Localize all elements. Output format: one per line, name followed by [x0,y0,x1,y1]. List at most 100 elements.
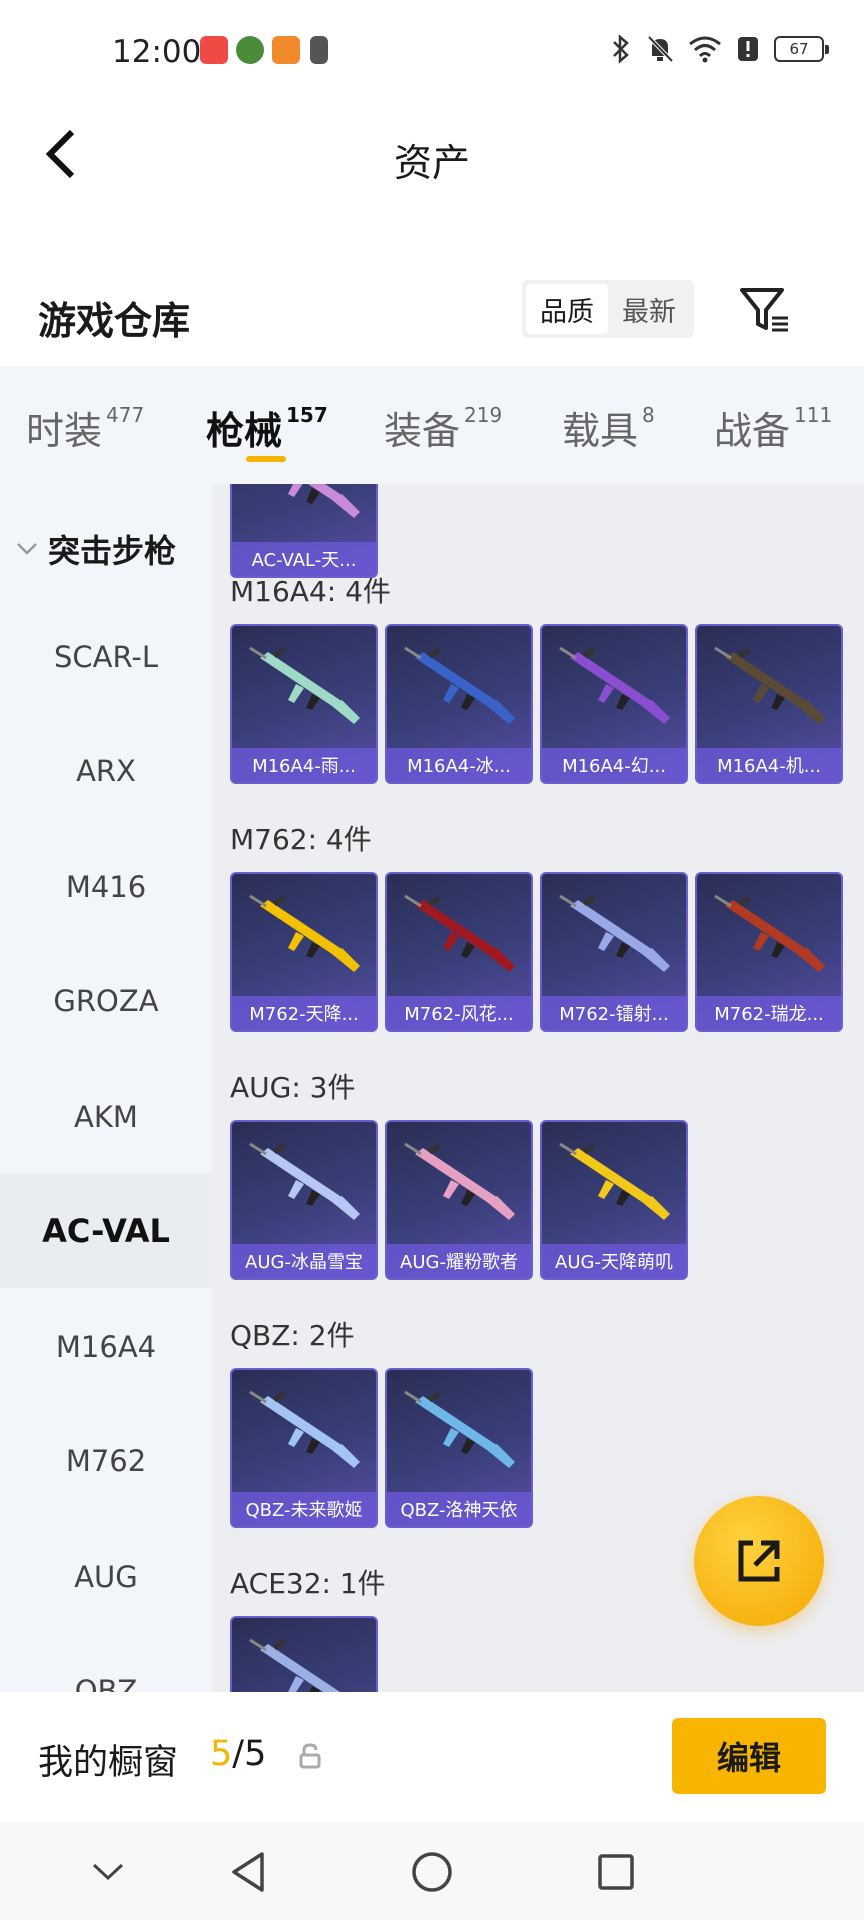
section-title: 游戏仓库 [38,299,191,343]
filter-icon [740,288,788,332]
skin-name: QBZ-洛神天依 [387,1492,531,1526]
sidebar-item-arx[interactable]: ARX [0,714,212,828]
nav-back-button[interactable] [220,1844,276,1900]
notification-icon-2 [236,36,264,64]
rifle-icon [404,1390,515,1468]
rifle-icon [249,894,360,972]
skin-card[interactable]: M762-风花... [385,872,533,1032]
notification-icon-3 [272,36,300,64]
skin-card[interactable]: M762-天降... [230,872,378,1032]
skin-name: AUG-冰晶雪宝 [232,1244,376,1278]
lock-icon [299,1743,321,1769]
skin-card[interactable]: M16A4-机... [695,624,843,784]
skin-card[interactable]: M762-镭射... [540,872,688,1032]
edit-button[interactable]: 编辑 [672,1718,826,1794]
tab-label: 战备 [714,409,791,453]
tab-fashion[interactable]: 时装 477 [26,400,144,455]
status-icons: 67 [610,34,829,64]
skin-name: M16A4-幻... [542,748,686,782]
tab-count: 8 [642,403,655,428]
skin-name: AUG-耀粉歌者 [387,1244,531,1278]
showcase-current: 5 [210,1734,233,1774]
rifle-icon [249,1638,340,1692]
skin-name: M16A4-冰... [387,748,531,782]
category-tabs: 时装 477 枪械 157 装备 219 载具 8 战备 111 [0,366,864,484]
skin-card[interactable]: AUG-天降萌叽 [540,1120,688,1280]
skin-name: QBZ-未来歌姬 [232,1492,376,1526]
skin-name: M762-镭射... [542,996,686,1030]
skin-card[interactable]: QBZ-未来歌姬 [230,1368,378,1528]
rifle-icon [714,646,825,724]
tab-vehicles[interactable]: 载具 8 [562,400,655,455]
sidebar-item-m416[interactable]: M416 [0,830,212,944]
chevron-down-icon [92,1863,124,1881]
group-title: AUG: 3件 [230,1071,356,1104]
bluetooth-icon [613,34,629,64]
alert-icon [738,37,758,61]
tab-count: 219 [464,403,503,428]
sidebar-item-groza[interactable]: GROZA [0,944,212,1058]
rifle-icon [559,1142,670,1220]
skin-card[interactable]: AC-VAL-天... [230,484,378,578]
chevron-down-icon [17,543,37,555]
rifle-icon [559,646,670,724]
nav-hide-button[interactable] [80,1844,136,1900]
skin-card[interactable]: AUG-耀粉歌者 [385,1120,533,1280]
rifle-icon [249,1390,360,1468]
group-title: M762: 4件 [230,823,372,856]
skin-card[interactable]: M16A4-冰... [385,624,533,784]
sidebar-item-qbz[interactable]: QBZ [0,1634,212,1692]
skin-card[interactable]: M16A4-雨... [230,624,378,784]
tab-firearms[interactable]: 枪械 157 [206,400,328,455]
skin-name: AUG-天降萌叽 [542,1244,686,1278]
tab-supplies[interactable]: 战备 111 [714,400,832,455]
tab-label: 装备 [384,409,461,453]
filter-button[interactable] [736,280,796,340]
sidebar-item-m762[interactable]: M762 [0,1404,212,1518]
skin-card[interactable]: M762-瑞龙... [695,872,843,1032]
sidebar-item-aug[interactable]: AUG [0,1520,212,1634]
tab-equipment[interactable]: 装备 219 [384,400,502,455]
rifle-icon [249,1142,360,1220]
category-assault-rifles[interactable]: 突击步枪 [0,514,212,584]
tab-label: 载具 [562,409,639,453]
rifle-icon [714,894,825,972]
mute-icon [647,35,674,63]
home-circle-icon [412,1852,452,1892]
skin-card[interactable] [230,1616,378,1692]
rifle-icon [559,894,670,972]
category-label: 突击步枪 [48,532,177,570]
tab-count: 157 [286,403,328,428]
recents-square-icon [598,1854,634,1890]
sort-newest[interactable]: 最新 [608,284,690,334]
rifle-icon [288,484,360,518]
skin-card[interactable]: QBZ-洛神天依 [385,1368,533,1528]
tab-label: 枪械 [206,409,283,453]
showcase-count: 5/5 [210,1734,266,1774]
skin-name: M16A4-机... [697,748,841,782]
group-title: ACE32: 1件 [230,1567,386,1600]
skin-name: M762-风花... [387,996,531,1030]
battery-level: 67 [789,40,809,58]
sidebar-item-akm[interactable]: AKM [0,1060,212,1174]
back-triangle-icon [232,1852,264,1892]
sidebar-item-ac-val[interactable]: AC-VAL [0,1174,212,1288]
page-title: 资产 [393,141,470,185]
skin-card[interactable]: AUG-冰晶雪宝 [230,1120,378,1280]
skin-name: M16A4-雨... [232,748,376,782]
group-title: M16A4: 4件 [230,575,391,608]
notification-icon-4 [310,36,328,64]
wifi-icon [689,36,721,63]
share-button[interactable] [694,1496,824,1626]
status-bar: 12:00 67 [0,0,864,104]
nav-home-button[interactable] [404,1844,460,1900]
nav-recents-button[interactable] [588,1844,644,1900]
sort-quality[interactable]: 品质 [526,284,608,334]
notification-icon-1 [200,36,228,64]
skin-card[interactable]: M16A4-幻... [540,624,688,784]
tab-count: 111 [794,403,833,428]
sidebar-item-m16a4[interactable]: M16A4 [0,1290,212,1404]
sort-toggle: 品质 最新 [522,280,694,338]
status-time: 12:00 [112,34,202,70]
sidebar-item-scar-l[interactable]: SCAR-L [0,600,212,714]
